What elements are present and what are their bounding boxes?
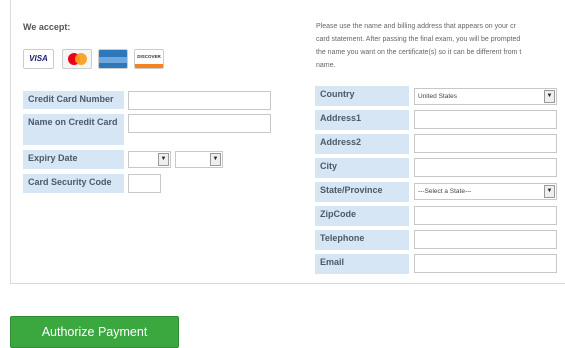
- authorize-payment-button[interactable]: Authorize Payment: [10, 316, 179, 348]
- address2-input[interactable]: [414, 134, 557, 153]
- telephone-label: Telephone: [315, 230, 409, 250]
- country-value: United States: [418, 93, 458, 100]
- chevron-down-icon: ▼: [544, 90, 555, 103]
- billing-notice: Please use the name and billing address …: [316, 20, 565, 72]
- chevron-down-icon: ▼: [158, 153, 169, 166]
- zipcode-label: ZipCode: [315, 206, 409, 226]
- notice-line: the name you want on the certificate(s) …: [316, 49, 522, 56]
- security-code-label: Card Security Code: [23, 174, 124, 193]
- country-label: Country: [315, 86, 409, 106]
- notice-line: name.: [316, 62, 336, 69]
- state-label: State/Province: [315, 182, 409, 202]
- country-select[interactable]: United States ▼: [414, 88, 557, 105]
- notice-line: card statement. After passing the final …: [316, 36, 521, 43]
- state-value: ---Select a State---: [418, 188, 472, 195]
- address1-input[interactable]: [414, 110, 557, 129]
- email-label: Email: [315, 254, 409, 274]
- chevron-down-icon: ▼: [544, 185, 555, 198]
- visa-card-icon: VISA: [23, 49, 54, 69]
- discover-card-icon: DISCOVER: [134, 49, 164, 69]
- address1-label: Address1: [315, 110, 409, 130]
- city-label: City: [315, 158, 409, 178]
- expiry-year-select[interactable]: ▼: [175, 151, 223, 168]
- email-input[interactable]: [414, 254, 557, 273]
- security-code-input[interactable]: [128, 174, 161, 193]
- amex-card-icon: [98, 49, 128, 69]
- expiry-month-select[interactable]: ▼: [128, 151, 171, 168]
- expiry-date-label: Expiry Date: [23, 150, 124, 169]
- state-select[interactable]: ---Select a State--- ▼: [414, 183, 557, 200]
- card-number-input[interactable]: [128, 91, 271, 110]
- telephone-input[interactable]: [414, 230, 557, 249]
- card-number-label: Credit Card Number: [23, 91, 124, 109]
- city-input[interactable]: [414, 158, 557, 177]
- name-on-card-label: Name on Credit Card: [23, 114, 124, 145]
- notice-line: Please use the name and billing address …: [316, 23, 517, 30]
- mastercard-icon: [62, 49, 92, 69]
- we-accept-label: We accept:: [23, 22, 71, 32]
- name-on-card-input[interactable]: [128, 114, 271, 133]
- address2-label: Address2: [315, 134, 409, 154]
- zipcode-input[interactable]: [414, 206, 557, 225]
- chevron-down-icon: ▼: [210, 153, 221, 166]
